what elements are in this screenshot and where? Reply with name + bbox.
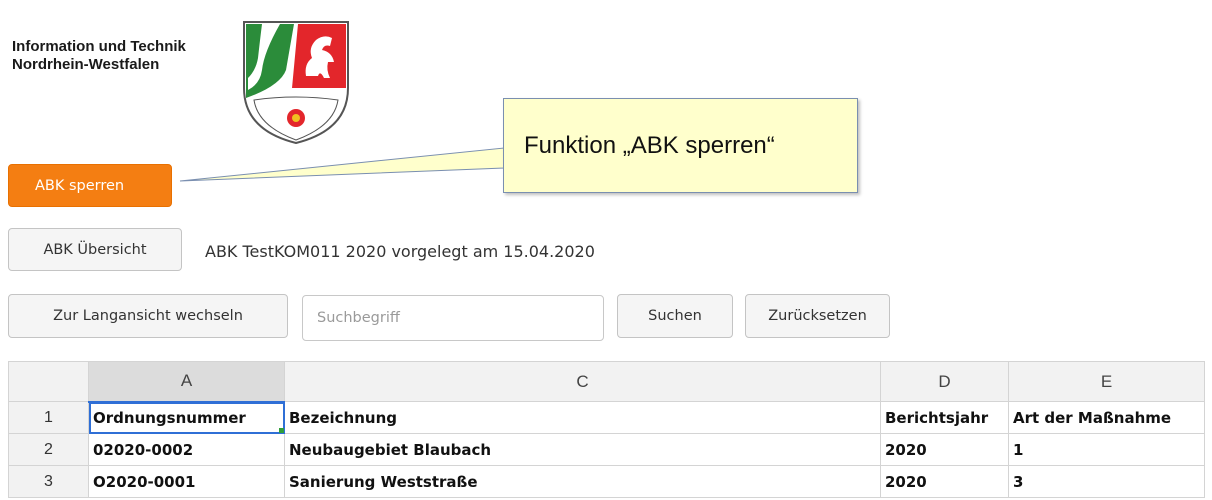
org-name-line-1: Information und Technik	[12, 38, 186, 55]
search-input[interactable]	[302, 295, 604, 341]
cell-a2[interactable]: 02020-0002	[88, 433, 285, 466]
cell-c3[interactable]: Sanierung Weststraße	[284, 465, 881, 498]
callout-annotation: Funktion „ABK sperren“	[503, 98, 858, 193]
spreadsheet-grid: A C D E 1 Ordnungsnummer Bezeichnung Ber…	[8, 361, 1205, 498]
table-row: 3 O2020-0001 Sanierung Weststraße 2020 3	[8, 465, 1205, 498]
cell-a1-text: Ordnungsnummer	[93, 408, 246, 427]
cell-a3[interactable]: O2020-0001	[88, 465, 285, 498]
abk-lock-button[interactable]: ABK sperren	[8, 164, 172, 207]
cell-d1[interactable]: Berichtsjahr	[880, 401, 1009, 434]
search-button[interactable]: Suchen	[617, 294, 733, 338]
cell-c1[interactable]: Bezeichnung	[284, 401, 881, 434]
column-header-c[interactable]: C	[284, 361, 881, 402]
column-header-row: A C D E	[8, 361, 1205, 403]
cell-d3[interactable]: 2020	[880, 465, 1009, 498]
long-view-toggle-button[interactable]: Zur Langansicht wechseln	[8, 294, 288, 338]
cell-d2[interactable]: 2020	[880, 433, 1009, 466]
table-row: 2 02020-0002 Neubaugebiet Blaubach 2020 …	[8, 433, 1205, 466]
reset-button[interactable]: Zurücksetzen	[745, 294, 890, 338]
org-name-line-2: Nordrhein-Westfalen	[12, 56, 160, 73]
callout-text: Funktion „ABK sperren“	[524, 132, 775, 159]
row-number[interactable]: 2	[8, 433, 89, 466]
cell-e2[interactable]: 1	[1008, 433, 1205, 466]
nrw-coat-of-arms-icon	[243, 21, 349, 145]
cell-c2[interactable]: Neubaugebiet Blaubach	[284, 433, 881, 466]
row-number[interactable]: 3	[8, 465, 89, 498]
row-number[interactable]: 1	[8, 401, 89, 434]
abk-overview-button[interactable]: ABK Übersicht	[8, 228, 182, 271]
cell-e1[interactable]: Art der Maßnahme	[1008, 401, 1205, 434]
cell-e3[interactable]: 3	[1008, 465, 1205, 498]
column-header-d[interactable]: D	[880, 361, 1009, 402]
fill-handle[interactable]	[279, 428, 284, 433]
table-row: 1 Ordnungsnummer Bezeichnung Berichtsjah…	[8, 401, 1205, 434]
submission-status-text: ABK TestKOM011 2020 vorgelegt am 15.04.2…	[205, 242, 595, 261]
column-header-a[interactable]: A	[88, 361, 285, 403]
organization-name: Information und Technik Nordrhein-Westfa…	[12, 38, 186, 74]
column-header-e[interactable]: E	[1008, 361, 1205, 402]
cell-a1[interactable]: Ordnungsnummer	[88, 401, 285, 434]
corner-cell[interactable]	[8, 361, 89, 402]
